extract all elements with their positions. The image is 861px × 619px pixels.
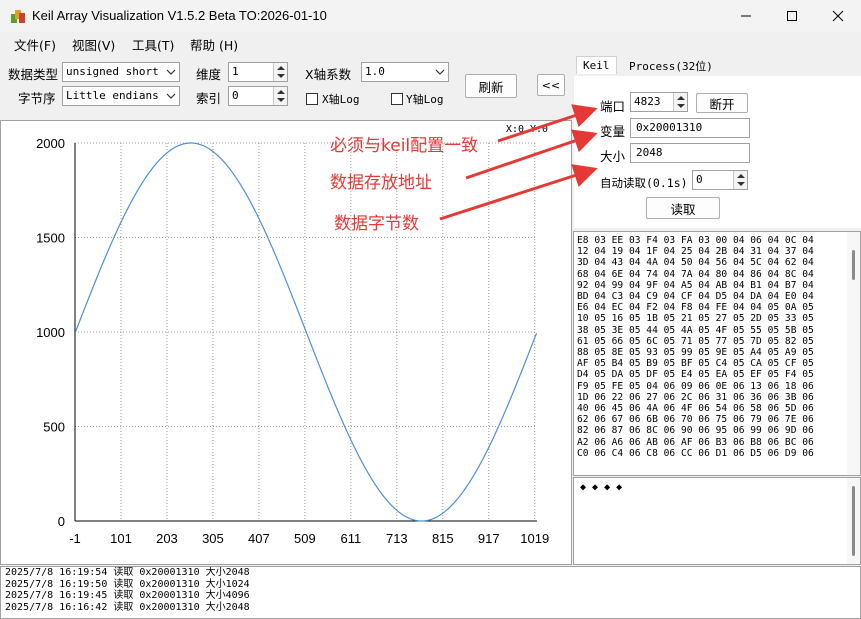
menu-tools[interactable]: 工具(T) (132, 35, 174, 54)
scrollbar-thumb[interactable] (852, 250, 855, 280)
y-tick-label: 1000 (36, 325, 65, 340)
annotation-port: 必须与keil配置一致 (330, 136, 479, 156)
size-label: 大小 (600, 149, 626, 164)
data-type-select[interactable]: unsigned short (62, 62, 180, 82)
x-tick-label: 713 (386, 531, 408, 546)
panel-tabs: Keil Process(32位) (574, 56, 861, 78)
read-button[interactable]: 读取 (646, 197, 720, 219)
menu-help[interactable]: 帮助 (H) (190, 35, 238, 54)
plot-area[interactable]: -1 101 203 305 407 509 611 713 815 917 1019 0 500 100… (0, 120, 572, 565)
size-input[interactable]: 2048 (630, 143, 750, 163)
port-label: 端口 (600, 99, 626, 114)
variable-input[interactable]: 0x20001310 (630, 118, 750, 138)
log-line: 2025/7/8 16:19:50 读取 0x20001310 大小1024 (5, 578, 250, 590)
x-tick-label: 305 (202, 531, 224, 546)
x-factor-select[interactable]: 1.0 (361, 62, 449, 82)
x-tick-label: 101 (110, 531, 132, 546)
tab-keil[interactable]: Keil (576, 56, 617, 74)
app-window: Keil Array Visualization V1.5.2 Beta TO:… (0, 0, 861, 619)
xlog-checkbox[interactable] (306, 93, 318, 105)
annotation-size: 数据字节数 (334, 214, 419, 234)
spinner-arrows-icon[interactable] (733, 171, 747, 189)
menu-view[interactable]: 视图(V) (72, 35, 115, 54)
menu-bar: 文件(F) 视图(V) 工具(T) 帮助 (H) (0, 32, 861, 54)
hex-scrollbar[interactable] (847, 232, 860, 475)
close-icon (832, 10, 844, 22)
byte-order-label: 字节序 (18, 91, 56, 106)
x-tick-label: 203 (156, 531, 178, 546)
scrollbar-thumb[interactable] (852, 486, 855, 556)
close-button[interactable] (815, 0, 861, 32)
port-spinner[interactable]: 4823 (630, 92, 688, 112)
hex-dump-text: E8 03 EE 03 F4 03 FA 03 00 04 06 04 0C 0… (577, 235, 814, 459)
port-value: 4823 (634, 95, 661, 108)
chevron-down-icon (435, 69, 445, 75)
maximize-button[interactable] (769, 0, 815, 32)
dimension-label: 维度 (196, 67, 222, 82)
title-bar[interactable]: Keil Array Visualization V1.5.2 Beta TO:… (0, 0, 861, 32)
tab-process[interactable]: Process(32位) (629, 58, 713, 74)
log-line: 2025/7/8 16:19:54 读取 0x20001310 大小2048 (5, 567, 250, 578)
minimize-button[interactable] (723, 0, 769, 32)
line-chart: -1 101 203 305 407 509 611 713 815 917 1019 0 500 100… (36, 124, 549, 546)
variable-label: 变量 (600, 124, 626, 139)
x-tick-label: -1 (69, 531, 81, 546)
coordinate-readout: X:0 Y:0 (506, 124, 548, 135)
notes-box[interactable]: ◆ ◆ ◆ ◆ (573, 477, 861, 565)
x-tick-label: 815 (432, 531, 454, 546)
x-factor-value: 1.0 (365, 65, 385, 78)
spinner-arrows-icon[interactable] (273, 87, 287, 105)
dimension-spinner[interactable]: 1 (228, 62, 288, 82)
notes-scrollbar[interactable] (847, 478, 860, 564)
auto-read-value: 0 (696, 173, 703, 186)
xlog-label: X轴Log (322, 93, 360, 106)
ylog-label: Y轴Log (406, 93, 444, 106)
y-tick-label: 1500 (36, 231, 65, 246)
index-value: 0 (232, 89, 239, 102)
y-tick-label: 2000 (36, 136, 65, 151)
byte-order-select[interactable]: Little endians (62, 86, 180, 106)
annotation-variable: 数据存放地址 (330, 173, 432, 193)
hex-dump-view[interactable]: E8 03 EE 03 F4 03 FA 03 00 04 06 04 0C 0… (573, 231, 861, 476)
menu-file[interactable]: 文件(F) (14, 35, 56, 54)
auto-read-spinner[interactable]: 0 (692, 170, 748, 190)
minimize-icon (741, 15, 751, 17)
collapse-button[interactable]: << (537, 74, 565, 96)
dimension-value: 1 (232, 65, 239, 78)
disconnect-button[interactable]: 断开 (696, 93, 748, 113)
data-type-label: 数据类型 (8, 67, 59, 82)
x-tick-label: 1019 (520, 531, 549, 546)
spinner-arrows-icon[interactable] (273, 63, 287, 81)
index-spinner[interactable]: 0 (228, 86, 288, 106)
maximize-icon (787, 11, 797, 21)
chevron-down-icon (166, 69, 176, 75)
auto-read-label: 自动读取(0.1s) (600, 176, 688, 190)
keil-tab-pane: 端口 4823 断开 变量 0x20001310 大小 2048 自动读取(0.… (574, 76, 861, 228)
y-tick-label: 500 (43, 420, 65, 435)
x-factor-label: X轴系数 (305, 67, 352, 82)
x-tick-label: 407 (248, 531, 270, 546)
spinner-arrows-icon[interactable] (673, 93, 687, 111)
notes-text: ◆ ◆ ◆ ◆ (580, 482, 623, 493)
y-tick-label: 0 (58, 514, 65, 529)
log-line: 2025/7/8 16:19:45 读取 0x20001310 大小4096 (5, 590, 250, 601)
x-tick-label: 611 (340, 531, 361, 546)
x-tick-label: 509 (294, 531, 316, 546)
byte-order-value: Little endians (66, 89, 159, 102)
chevron-down-icon (166, 93, 176, 99)
ylog-checkbox[interactable] (391, 93, 403, 105)
index-label: 索引 (196, 91, 222, 106)
window-title: Keil Array Visualization V1.5.2 Beta TO:… (32, 8, 327, 23)
log-box[interactable]: 2025/7/8 16:19:54 读取 0x20001310 大小2048 2… (0, 566, 861, 619)
refresh-button[interactable]: 刷新 (465, 74, 517, 98)
x-tick-label: 917 (478, 531, 500, 546)
data-type-value: unsigned short (66, 65, 159, 78)
log-line: 2025/7/8 16:16:42 读取 0x20001310 大小2048 (5, 601, 250, 613)
app-icon (11, 10, 25, 23)
